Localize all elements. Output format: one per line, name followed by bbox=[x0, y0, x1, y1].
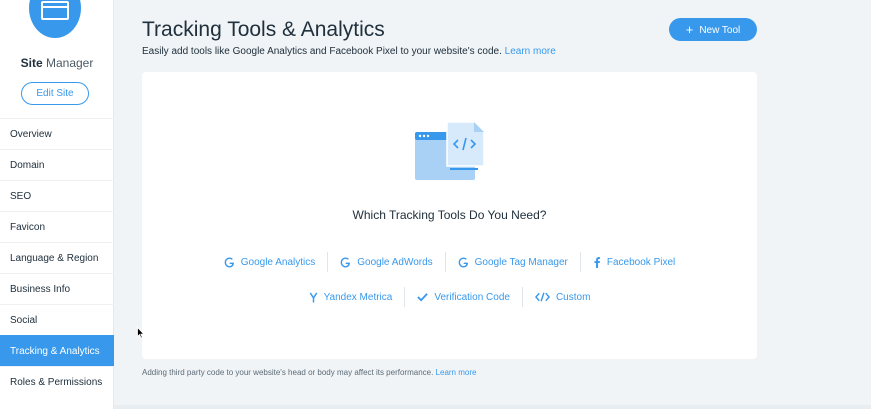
site-title-light: Manager bbox=[45, 56, 94, 70]
sidebar-item-language-region[interactable]: Language & Region bbox=[0, 242, 114, 273]
sidebar-item-roles-permissions[interactable]: Roles & Permissions bbox=[0, 366, 114, 397]
google-icon bbox=[224, 257, 235, 268]
site-manager-title: Site Manager bbox=[0, 56, 114, 70]
google-icon bbox=[458, 257, 469, 268]
tool-facebook-pixel[interactable]: Facebook Pixel bbox=[579, 252, 687, 272]
tool-yandex-metrica[interactable]: Yandex Metrica bbox=[297, 287, 405, 307]
subtitle-text: Easily add tools like Google Analytics a… bbox=[142, 46, 502, 57]
sidebar-nav: Overview Domain SEO Favicon Language & R… bbox=[0, 118, 114, 397]
footer-learn-more-link[interactable]: Learn more bbox=[436, 368, 477, 377]
sidebar-item-business-info[interactable]: Business Info bbox=[0, 273, 114, 304]
footer-note-text: Adding third party code to your website'… bbox=[142, 368, 434, 377]
tool-label: Google AdWords bbox=[357, 256, 433, 268]
tool-google-tag-manager[interactable]: Google Tag Manager bbox=[444, 252, 580, 272]
site-title-bold: Site bbox=[20, 56, 43, 70]
subtitle-learn-more-link[interactable]: Learn more bbox=[505, 46, 556, 57]
tool-verification-code[interactable]: Verification Code bbox=[404, 287, 522, 307]
tool-label: Facebook Pixel bbox=[606, 256, 676, 268]
tool-label: Google Analytics bbox=[240, 256, 316, 268]
sidebar-item-tracking-analytics[interactable]: Tracking & Analytics bbox=[0, 335, 114, 366]
tool-custom[interactable]: Custom bbox=[521, 287, 602, 307]
sidebar: Site Manager Edit Site Overview Domain S… bbox=[0, 0, 114, 409]
tool-label: Google Tag Manager bbox=[474, 256, 568, 268]
sidebar-item-seo[interactable]: SEO bbox=[0, 180, 114, 211]
mouse-cursor-icon bbox=[137, 326, 145, 344]
facebook-icon bbox=[593, 256, 601, 268]
new-tool-label: New Tool bbox=[699, 25, 741, 36]
sidebar-item-domain[interactable]: Domain bbox=[0, 149, 114, 180]
bottom-divider bbox=[114, 405, 871, 409]
tools-card: Which Tracking Tools Do You Need? Google… bbox=[142, 72, 757, 359]
new-tool-button[interactable]: + New Tool bbox=[669, 18, 757, 41]
checkmark-icon bbox=[417, 292, 429, 302]
footer-note: Adding third party code to your website'… bbox=[142, 368, 476, 377]
sidebar-item-social[interactable]: Social bbox=[0, 304, 114, 335]
tool-google-adwords[interactable]: Google AdWords bbox=[327, 252, 444, 272]
code-icon bbox=[534, 292, 550, 302]
google-icon bbox=[340, 257, 351, 268]
yandex-icon bbox=[309, 292, 318, 303]
tool-label: Custom bbox=[555, 291, 591, 303]
page-title: Tracking Tools & Analytics bbox=[142, 18, 385, 41]
tools-row-1: Google Analytics Google AdWords Google T… bbox=[142, 252, 757, 272]
card-question: Which Tracking Tools Do You Need? bbox=[352, 208, 547, 222]
tools-row-2: Yandex Metrica Verification Code Custom bbox=[142, 287, 757, 307]
edit-site-button[interactable]: Edit Site bbox=[21, 82, 89, 105]
tool-label: Yandex Metrica bbox=[323, 291, 393, 303]
sidebar-item-favicon[interactable]: Favicon bbox=[0, 211, 114, 242]
tool-google-analytics[interactable]: Google Analytics bbox=[212, 252, 328, 272]
page-subtitle: Easily add tools like Google Analytics a… bbox=[142, 46, 556, 57]
sidebar-item-overview[interactable]: Overview bbox=[0, 118, 114, 149]
site-browser-icon bbox=[29, 0, 81, 38]
code-file-illustration-icon bbox=[414, 120, 486, 184]
plus-icon: + bbox=[685, 22, 694, 37]
tool-label: Verification Code bbox=[434, 291, 510, 303]
